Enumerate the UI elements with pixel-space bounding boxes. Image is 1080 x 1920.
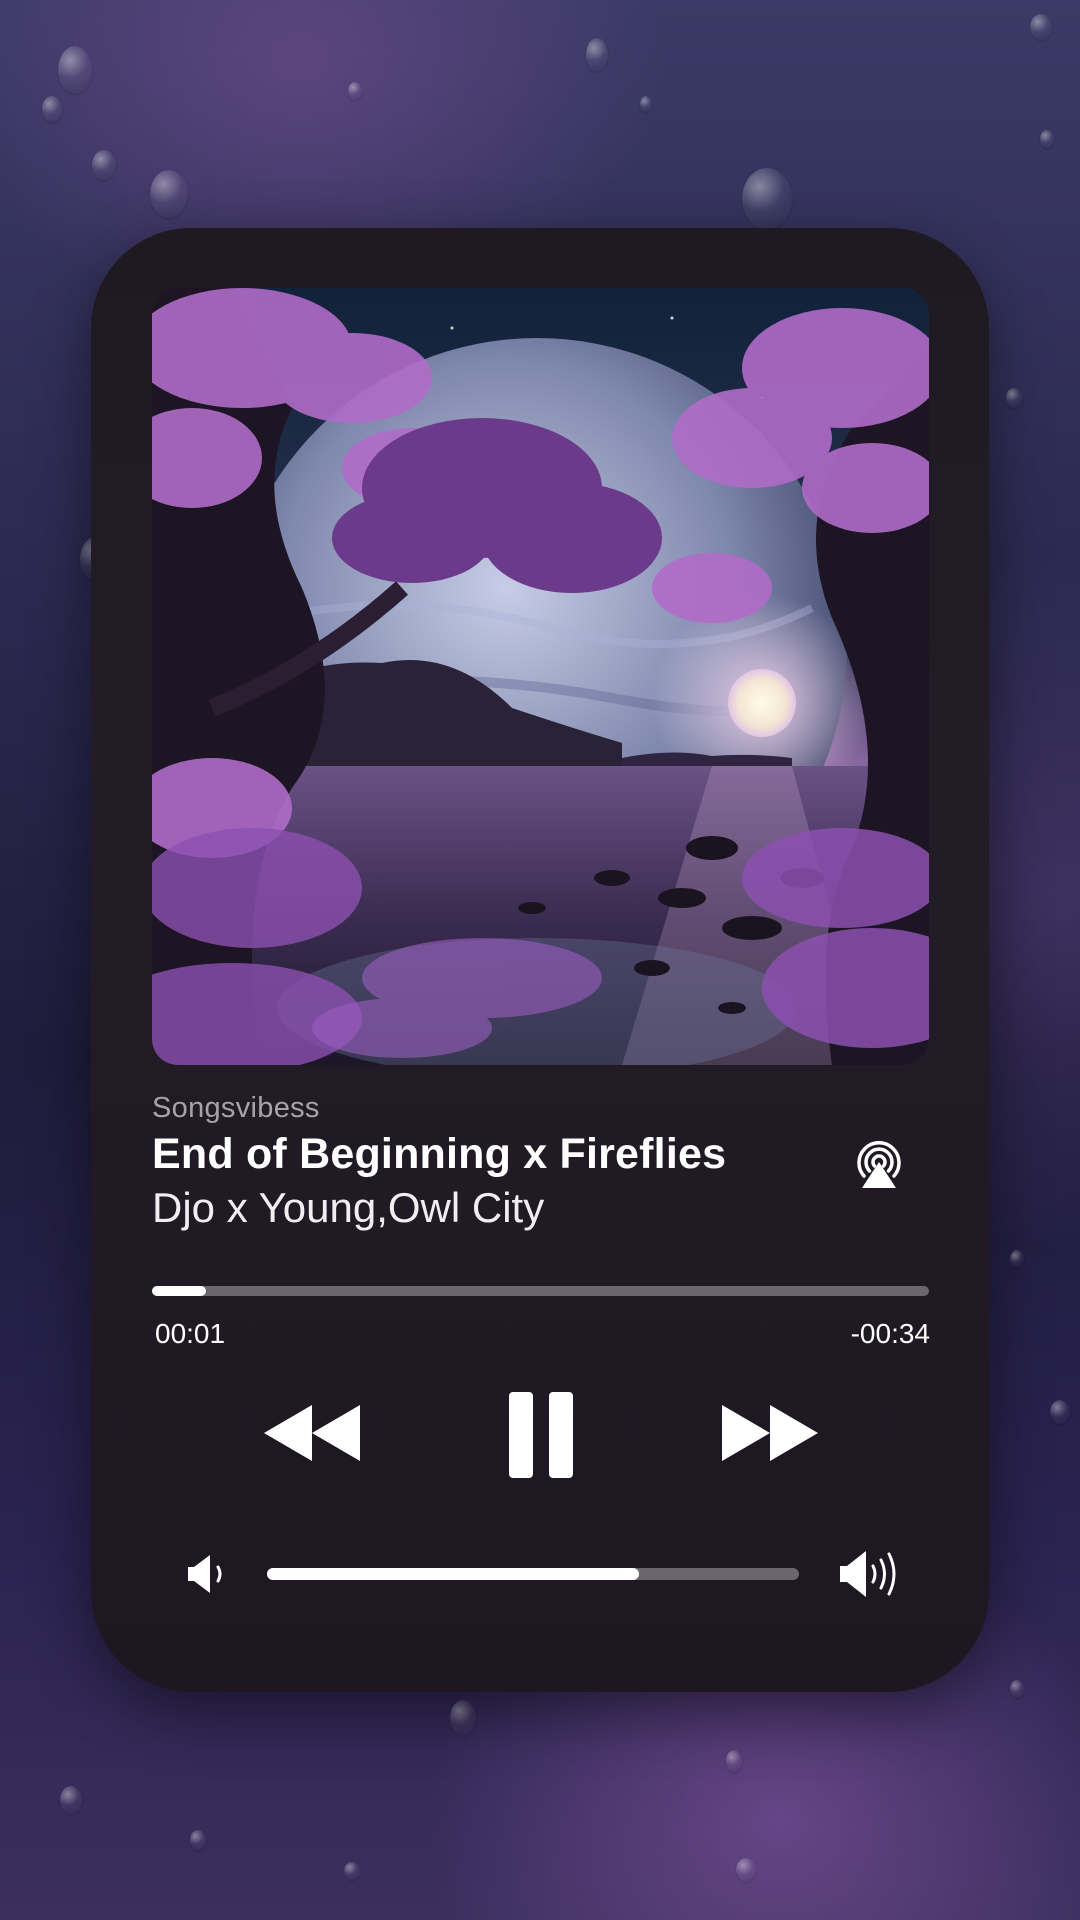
- raindrop: [1040, 130, 1054, 148]
- raindrop: [344, 1862, 360, 1880]
- volume-slider[interactable]: [267, 1568, 799, 1580]
- raindrop: [450, 1700, 476, 1736]
- artist-name: Djo x Young,Owl City: [152, 1184, 545, 1231]
- raindrop: [1050, 1400, 1070, 1424]
- raindrop: [736, 1858, 756, 1882]
- playback-progress-bar[interactable]: [152, 1286, 929, 1296]
- raindrop: [1006, 388, 1022, 408]
- raindrop: [726, 1750, 742, 1772]
- song-title: End of Beginning x Fireflies: [152, 1130, 727, 1178]
- remaining-time: -00:34: [850, 1318, 930, 1349]
- airplay-icon[interactable]: [852, 1136, 906, 1190]
- raindrop: [1010, 1250, 1024, 1268]
- raindrop: [190, 1830, 206, 1850]
- raindrop: [42, 96, 62, 122]
- raindrop: [348, 82, 362, 100]
- volume-slider-fill: [267, 1568, 640, 1580]
- raindrop: [92, 150, 116, 180]
- raindrop: [640, 96, 652, 112]
- raindrop: [58, 46, 92, 94]
- volume-high-icon[interactable]: [840, 1549, 902, 1599]
- album-artwork: [152, 288, 929, 1065]
- raindrop: [150, 170, 188, 218]
- fast-forward-button[interactable]: [722, 1405, 818, 1461]
- fast-forward-icon: [722, 1405, 818, 1461]
- raindrop: [1030, 14, 1052, 40]
- raindrop: [1010, 1680, 1024, 1698]
- rewind-button[interactable]: [264, 1405, 360, 1461]
- rewind-icon: [264, 1405, 360, 1461]
- playback-progress-fill: [152, 1286, 207, 1296]
- raindrop: [60, 1786, 82, 1814]
- raindrop: [742, 168, 792, 230]
- elapsed-time: 00:01: [155, 1318, 226, 1349]
- source-label: Songsvibess: [152, 1092, 320, 1124]
- raindrop: [586, 38, 608, 72]
- volume-low-icon[interactable]: [188, 1553, 230, 1595]
- album-artwork-image: [152, 288, 929, 1065]
- pause-icon: [509, 1392, 573, 1478]
- pause-button[interactable]: [509, 1392, 573, 1478]
